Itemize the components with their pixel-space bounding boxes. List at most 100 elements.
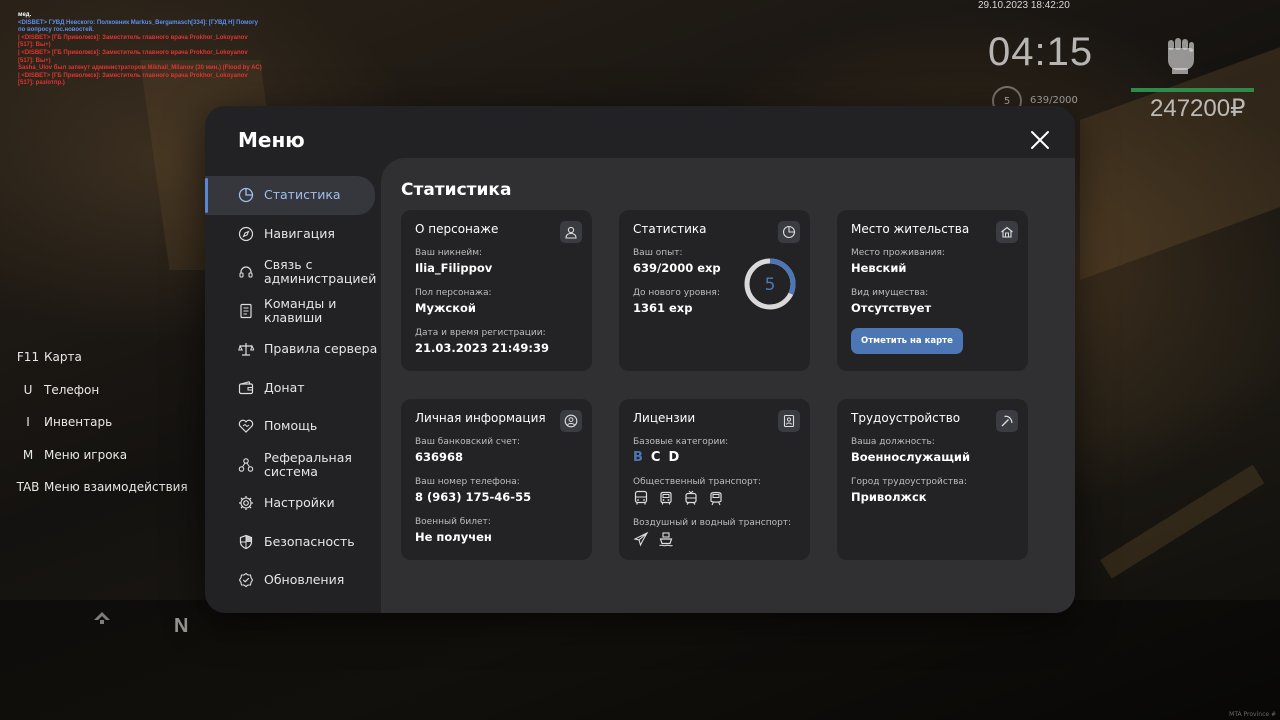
pickaxe-icon-button[interactable] [996,410,1018,432]
metro-icon [710,491,722,506]
headset-icon [239,266,253,278]
compass-icon [238,226,254,241]
license-category-c: C [650,450,661,465]
plane-icon [633,531,649,547]
registration-label: Дата и время регистрации: [415,328,546,338]
card-licenses: Лицензии Базовые категории: B C D Общест… [619,399,810,560]
nav-item-admin-contact[interactable]: Связь с администрацией [205,253,381,292]
menu-sidebar: Статистика Навигация Связь с администрац… [205,176,381,600]
nav-label: Команды и клавиши [264,295,337,325]
license-category-d: D [668,450,680,465]
mark-on-map-button[interactable]: Отметить на карте [851,328,963,354]
nav-label: Донат [264,379,305,395]
nav-item-donate[interactable]: Донат [205,369,381,408]
position-label: Ваша должность: [851,437,935,447]
nickname-value: Ilia_Filippov [415,261,493,275]
pickaxe-icon [1001,415,1013,427]
health-bar [1131,88,1254,92]
nav-item-help[interactable]: Помощь [205,407,381,446]
chat-log: мед. <DISBET> ГУВД Невского: Полковник M… [18,12,263,88]
nav-label: Правила сервера [264,341,378,357]
nav-item-navigation[interactable]: Навигация [205,215,381,254]
position-value: Военнослужащий [851,450,971,464]
public-transport-icons [633,490,796,506]
background-plank [1080,47,1280,281]
nav-label: Навигация [264,225,335,241]
close-icon[interactable] [1030,130,1050,150]
id-card-icon [783,414,795,428]
phone-label: Ваш номер телефона: [415,477,520,487]
compass-north: N [174,615,189,637]
menu-title: Меню [238,128,305,152]
boat-icon [659,532,673,547]
card-employment: Трудоустройство Ваша должность: Военносл… [837,399,1028,560]
id-card-icon-button[interactable] [778,410,800,432]
check-badge-icon [238,573,254,588]
home-icon [1001,226,1013,238]
nav-item-commands[interactable]: Команды и клавиши [205,292,381,331]
keybind-row: F11 Карта [12,350,188,383]
content-title: Статистика [401,180,512,200]
user-circle-icon-button[interactable] [560,410,582,432]
nav-label: Обновления [264,572,345,588]
key-label: M [22,447,34,462]
player-arrow-icon [94,612,110,624]
nav-item-statistics[interactable]: Статистика [205,176,375,215]
card-title: Трудоустройство [851,411,961,425]
shield-icon [239,534,253,549]
keybind-row: U Телефон [12,383,188,416]
military-value: Не получен [415,530,492,544]
key-action: Телефон [44,382,100,397]
keybind-hints: F11 Карта U Телефон I Инвентарь M Меню игрок… [12,350,188,513]
hud-datetime: 29.10.2023 18:42:20 [978,0,1070,11]
key-label: I [26,415,30,429]
background-plank [1100,464,1265,579]
key-label: F11 [16,350,40,364]
license-categories: B C D [633,450,796,465]
nav-item-rules[interactable]: Правила сервера [205,330,381,369]
background-shadow [0,600,1280,720]
nav-label: Настройки [264,495,335,511]
military-label: Военный билет: [415,517,491,527]
pie-chart-icon [238,188,254,203]
document-icon [240,303,252,318]
key-label: U [23,382,33,397]
public-transport-label: Общественный транспорт: [633,477,761,487]
work-city-value: Приволжск [851,490,927,504]
keybind-row: I Инвентарь [12,415,188,448]
property-label: Вид имущества: [851,288,929,298]
chat-line: мед. [18,12,32,18]
license-category-b: B [633,450,643,465]
nav-label: Помощь [264,418,318,434]
work-city-label: Город трудоустройства: [851,477,967,487]
clock-chart-icon-button[interactable] [778,221,800,243]
card-residence: Место жительства Место проживания: Невск… [837,210,1028,371]
card-personal-info: Личная информация Ваш банковский счет: 6… [401,399,592,560]
wallet-icon [238,380,254,394]
phone-value: 8 (963) 175-46-55 [415,490,532,504]
user-icon-button[interactable] [560,221,582,243]
user-circle-icon [564,414,578,428]
air-water-transport-icons [633,531,796,547]
nav-item-updates[interactable]: Обновления [205,561,381,600]
nav-item-referral[interactable]: Реферальная система [205,446,381,485]
player-menu-window: Меню Статистика Навигация Связь с админи… [205,106,1075,613]
key-action: Меню игрока [44,447,128,462]
gender-label: Пол персонажа: [415,288,492,298]
gender-value: Мужской [415,301,476,315]
bus-icon [634,490,648,505]
chat-line: | <DISBET> [ГБ Приволжск]: Заместитель г… [18,34,248,49]
residence-place-label: Место проживания: [851,248,945,258]
card-title: Статистика [633,222,707,236]
level-number: 5 [765,275,776,295]
nav-item-settings[interactable]: Настройки [205,484,381,523]
bank-label: Ваш банковский счет: [415,437,521,447]
home-icon-button[interactable] [996,221,1018,243]
property-value: Отсутствует [851,301,932,315]
base-categories-label: Базовые категории: [633,437,729,447]
handshake-heart-icon [238,419,254,434]
nav-item-security[interactable]: Безопасность [205,523,381,562]
user-icon [565,226,577,239]
level-progress-ring: 5 [744,258,796,310]
chat-line: Sasha_Ulov был заткнут администратором M… [18,65,262,72]
